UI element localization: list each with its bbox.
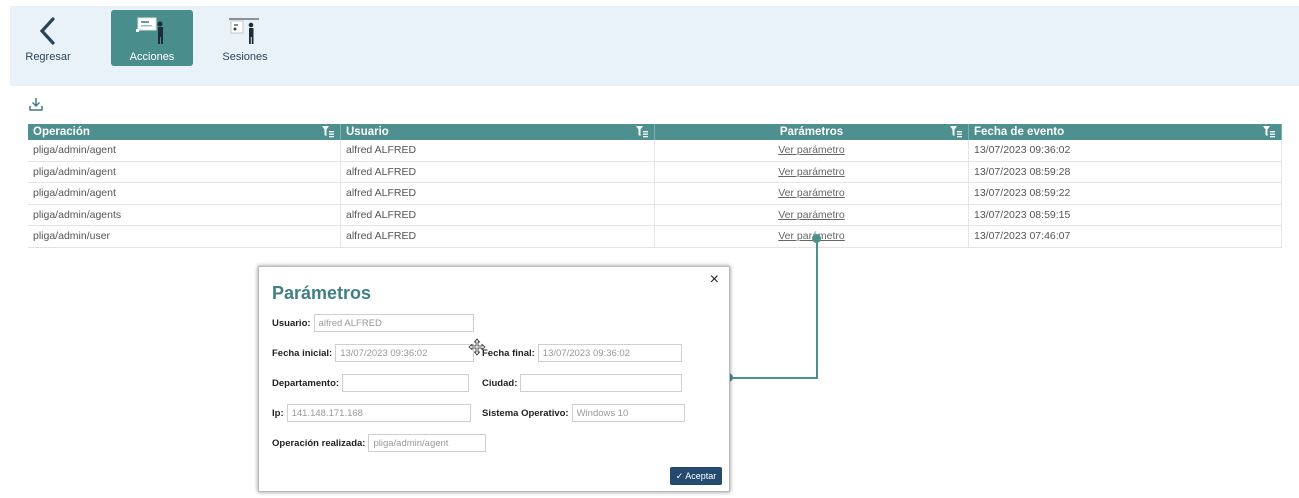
- tab-acciones-label: Acciones: [129, 51, 175, 63]
- fecha-inicial-label: Fecha inicial:: [272, 347, 333, 359]
- cell-parametros: Ver parámetro: [655, 161, 969, 182]
- close-icon[interactable]: ×: [710, 271, 719, 289]
- operacion-label: Operación realizada:: [272, 437, 366, 449]
- cell-usuario: alfred ALFRED: [341, 183, 655, 204]
- header-operacion-label: Operación: [33, 126, 90, 138]
- cell-usuario: alfred ALFRED: [341, 140, 655, 161]
- acciones-table: Operación Usuario Parámetros Fecha de ev…: [28, 124, 1282, 248]
- cell-fecha: 13/07/2023 08:59:22: [969, 183, 1282, 204]
- cell-operacion: pliga/admin/agent: [28, 140, 341, 161]
- filter-icon[interactable]: [322, 125, 334, 138]
- cell-operacion: pliga/admin/user: [28, 226, 341, 247]
- dialog-title: Parámetros: [272, 283, 372, 303]
- usuario-input[interactable]: alfred ALFRED: [313, 314, 474, 332]
- cell-operacion: pliga/admin/agent: [28, 161, 341, 182]
- table-header: Operación Usuario Parámetros Fecha de ev…: [28, 124, 1282, 140]
- usuario-label: Usuario:: [272, 317, 311, 329]
- table-row[interactable]: pliga/admin/user alfred ALFRED Ver parám…: [28, 226, 1282, 248]
- presentation-icon: [132, 15, 172, 47]
- departamento-label: Departamento:: [272, 377, 340, 389]
- cell-parametros: Ver parámetro: [655, 140, 969, 161]
- header-usuario: Usuario: [341, 124, 655, 140]
- board-person-icon: [225, 15, 265, 47]
- operacion-field: Operación realizada: pliga/admin/agent: [272, 434, 487, 452]
- ver-parametro-link[interactable]: Ver parámetro: [778, 209, 845, 221]
- cell-fecha: 13/07/2023 08:59:15: [969, 204, 1282, 225]
- callout-line: [729, 377, 818, 379]
- filter-icon[interactable]: [1263, 125, 1275, 138]
- callout-line: [816, 238, 818, 378]
- cell-fecha: 13/07/2023 08:59:28: [969, 161, 1282, 182]
- header-operacion: Operación: [28, 124, 341, 140]
- download-icon[interactable]: [28, 96, 44, 112]
- departamento-input[interactable]: [342, 374, 470, 392]
- ver-parametro-link[interactable]: Ver parámetro: [778, 166, 845, 178]
- parametros-dialog: × Parámetros Usuario: alfred ALFRED Fech…: [258, 266, 730, 492]
- tab-sesiones-label: Sesiones: [222, 51, 268, 63]
- fecha-final-input[interactable]: 13/07/2023 09:36:02: [537, 344, 682, 362]
- back-button-label: Regresar: [25, 51, 71, 63]
- ip-field: Ip: 141.148.171.168: [272, 404, 471, 422]
- ip-label: Ip:: [272, 407, 284, 419]
- cell-usuario: alfred ALFRED: [341, 161, 655, 182]
- back-button[interactable]: Regresar: [18, 10, 78, 66]
- fecha-inicial-field: Fecha inicial: 13/07/2023 09:36:02: [272, 344, 475, 362]
- table-row[interactable]: pliga/admin/agent alfred ALFRED Ver pará…: [28, 183, 1282, 205]
- filter-icon[interactable]: [636, 125, 648, 138]
- cell-parametros: Ver parámetro: [655, 204, 969, 225]
- cell-parametros: Ver parámetro: [655, 183, 969, 204]
- header-fecha: Fecha de evento: [969, 124, 1282, 140]
- fecha-final-field: Fecha final: 13/07/2023 09:36:02: [482, 344, 682, 362]
- sistema-operativo-field: Sistema Operativo: Windows 10: [482, 404, 685, 422]
- fecha-final-label: Fecha final:: [482, 347, 535, 359]
- ver-parametro-link[interactable]: Ver parámetro: [778, 144, 845, 156]
- header-usuario-label: Usuario: [346, 126, 389, 138]
- cell-usuario: alfred ALFRED: [341, 226, 655, 247]
- fecha-inicial-input[interactable]: 13/07/2023 09:36:02: [335, 344, 475, 362]
- header-parametros-label: Parámetros: [779, 126, 844, 138]
- header-fecha-label: Fecha de evento: [974, 126, 1065, 138]
- cell-usuario: alfred ALFRED: [341, 204, 655, 225]
- callout-dot: [812, 234, 821, 243]
- header-parametros: Parámetros: [655, 124, 969, 140]
- usuario-field: Usuario: alfred ALFRED: [272, 314, 474, 332]
- cell-fecha: 13/07/2023 07:46:07: [969, 226, 1282, 247]
- sistema-operativo-input[interactable]: Windows 10: [571, 404, 685, 422]
- cell-operacion: pliga/admin/agents: [28, 204, 341, 225]
- table-row[interactable]: pliga/admin/agent alfred ALFRED Ver pará…: [28, 140, 1282, 162]
- sistema-operativo-label: Sistema Operativo:: [482, 407, 569, 419]
- tab-acciones[interactable]: Acciones: [111, 10, 193, 66]
- top-nav-bar: Regresar Acciones Sesiones: [10, 6, 1299, 86]
- operacion-input[interactable]: pliga/admin/agent: [368, 434, 487, 452]
- filter-icon[interactable]: [950, 125, 962, 138]
- ciudad-input[interactable]: [520, 374, 683, 392]
- chevron-left-icon: [28, 15, 68, 47]
- move-cursor-icon: [468, 338, 486, 356]
- departamento-field: Departamento:: [272, 374, 470, 392]
- ciudad-field: Ciudad:: [482, 374, 683, 392]
- cell-operacion: pliga/admin/agent: [28, 183, 341, 204]
- ciudad-label: Ciudad:: [482, 377, 518, 389]
- tab-sesiones[interactable]: Sesiones: [215, 10, 275, 66]
- table-row[interactable]: pliga/admin/agent alfred ALFRED Ver pará…: [28, 161, 1282, 183]
- table-row[interactable]: pliga/admin/agents alfred ALFRED Ver par…: [28, 204, 1282, 226]
- ver-parametro-link[interactable]: Ver parámetro: [778, 187, 845, 199]
- aceptar-button[interactable]: ✓ Aceptar: [670, 467, 722, 485]
- ip-input[interactable]: 141.148.171.168: [286, 404, 471, 422]
- cell-fecha: 13/07/2023 09:36:02: [969, 140, 1282, 161]
